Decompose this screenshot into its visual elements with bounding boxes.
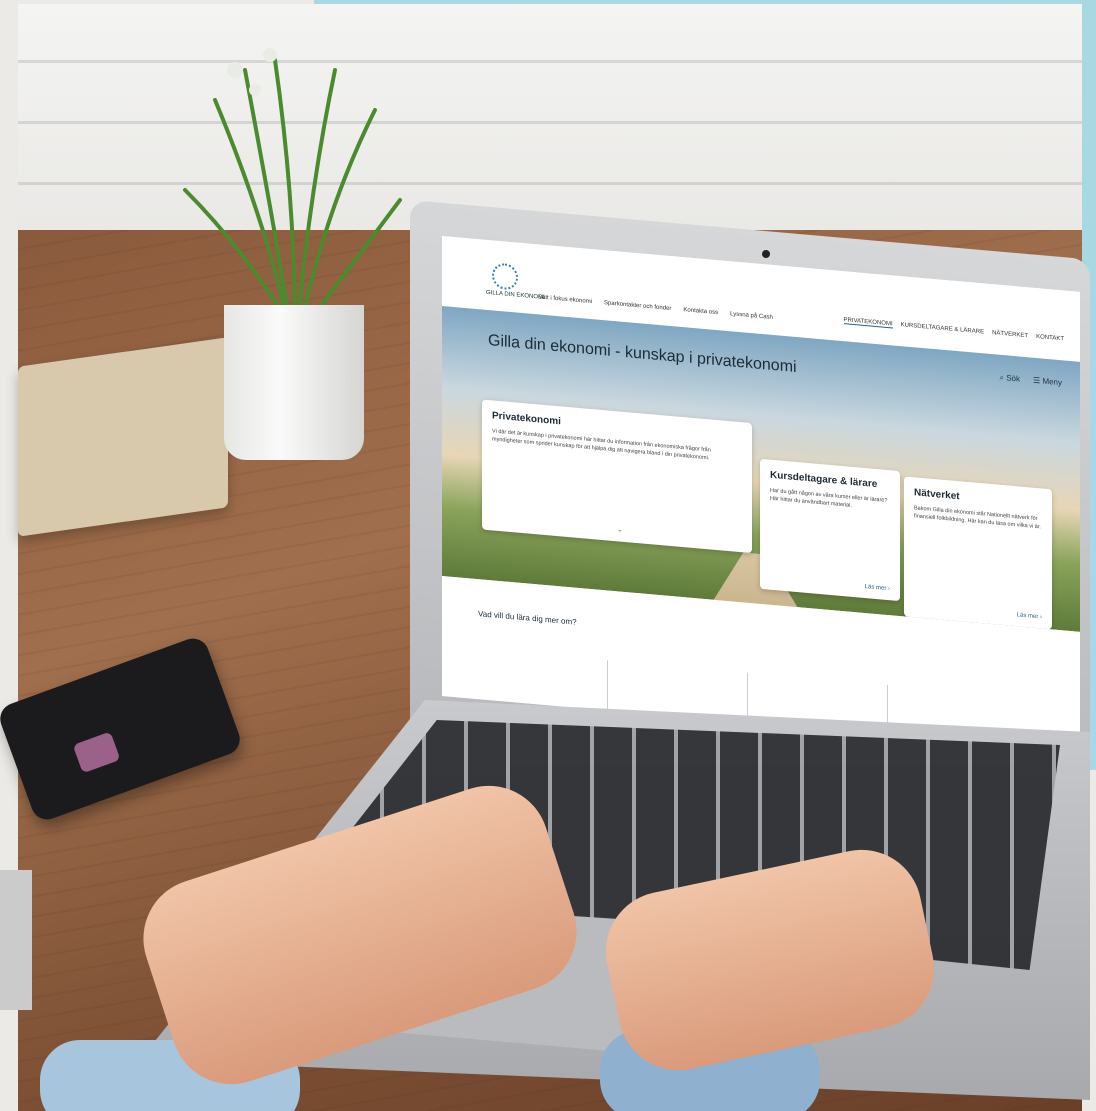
- topics-heading: Vad vill du lära dig mer om?: [478, 609, 577, 627]
- chevron-down-icon[interactable]: ⌄: [617, 525, 623, 534]
- nav-item[interactable]: Lyssna på Cash: [730, 311, 773, 321]
- logo-icon[interactable]: [492, 262, 518, 291]
- divider: [607, 660, 608, 711]
- read-more-link[interactable]: Läs mer ›: [865, 584, 890, 592]
- card-text: Bakom Gilla din ekonomi står Nationellt …: [914, 505, 1041, 531]
- laptop-screen: GILLA DIN EKONOMI Sätt i fokus ekonomi S…: [442, 236, 1080, 752]
- photo: GILLA DIN EKONOMI Sätt i fokus ekonomi S…: [0, 0, 1096, 1111]
- read-more-link[interactable]: Läs mer ›: [1017, 612, 1042, 620]
- divider: [747, 672, 748, 723]
- search-label: Sök: [1006, 373, 1020, 384]
- plant-pot: [224, 305, 364, 460]
- webcam: [762, 250, 770, 258]
- card-text: Har du gått någon av våra kurser eller ä…: [770, 487, 888, 510]
- card-natverket[interactable]: Nätverket Bakom Gilla din ekonomi står N…: [904, 476, 1052, 630]
- plant-icon: [183, 48, 402, 332]
- search-button[interactable]: ⌕ Sök: [1000, 373, 1021, 385]
- nav-item[interactable]: Sparkontakter och fonder: [604, 300, 671, 312]
- top-nav: PRIVATEKONOMI KURSDELTAGARE & LÄRARE NÄT…: [843, 317, 1064, 343]
- left-strip: [0, 870, 32, 1010]
- card-kursdeltagare[interactable]: Kursdeltagare & lärare Har du gått någon…: [760, 458, 900, 602]
- topnav-kontakt[interactable]: KONTAKT: [1036, 334, 1064, 343]
- topnav-kursdeltagare[interactable]: KURSDELTAGARE & LÄRARE: [901, 322, 984, 336]
- topnav-privatekonomi[interactable]: PRIVATEKONOMI: [843, 317, 893, 329]
- topnav-natverket[interactable]: NÄTVERKET: [992, 330, 1028, 340]
- nav-item[interactable]: Sätt i fokus ekonomi: [538, 294, 592, 305]
- notebook: [18, 337, 228, 537]
- card-privatekonomi[interactable]: Privatekonomi Vi där det är kunskap i pr…: [482, 399, 752, 554]
- logo-text: GILLA DIN EKONOMI: [486, 289, 545, 301]
- menu-label: Meny: [1042, 376, 1062, 388]
- nav-item[interactable]: Kontakta oss: [683, 307, 718, 316]
